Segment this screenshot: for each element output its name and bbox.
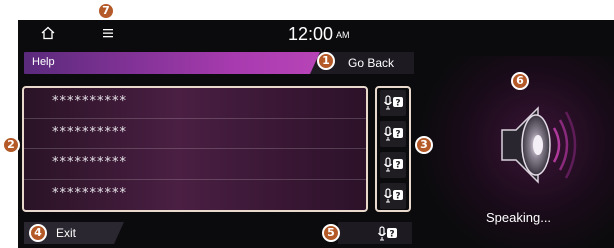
callout-badge-4: 4 bbox=[29, 224, 47, 242]
home-button[interactable] bbox=[40, 25, 56, 41]
voice-help-button-bottom[interactable]: ? bbox=[338, 222, 412, 244]
voice-help-icon: ? bbox=[378, 226, 397, 241]
status-bar: 12:00 AM bbox=[18, 20, 614, 46]
head-unit-screen: 12:00 AM Help Go Back ********** ********… bbox=[18, 20, 614, 248]
command-text: ********** bbox=[52, 155, 127, 170]
voice-help-icon: ? bbox=[384, 157, 403, 172]
list-item[interactable]: ********** bbox=[24, 88, 366, 119]
help-header: Help Go Back bbox=[24, 52, 414, 74]
callout-badge-7: 7 bbox=[97, 2, 115, 20]
voice-help-button-3[interactable]: ? bbox=[380, 152, 406, 178]
callout-badge-6: 6 bbox=[511, 72, 529, 90]
voice-help-icon: ? bbox=[384, 126, 403, 141]
speaker-icon bbox=[501, 106, 577, 184]
page-title: Help bbox=[32, 56, 55, 68]
voice-help-icon: ? bbox=[384, 188, 403, 203]
callout-badge-2: 2 bbox=[2, 136, 20, 154]
menu-button[interactable] bbox=[100, 26, 116, 40]
svg-text:?: ? bbox=[395, 161, 400, 171]
callout-badge-5: 5 bbox=[322, 224, 340, 242]
hamburger-menu-icon bbox=[103, 29, 113, 38]
voice-help-button-4[interactable]: ? bbox=[380, 183, 406, 209]
clock-ampm: AM bbox=[336, 30, 350, 40]
voice-help-button-1[interactable]: ? bbox=[380, 90, 406, 116]
callout-badge-3: 3 bbox=[415, 136, 433, 154]
clock-time: 12:00 bbox=[288, 24, 334, 44]
command-text: ********** bbox=[52, 94, 127, 109]
svg-text:?: ? bbox=[395, 99, 400, 109]
list-item[interactable]: ********** bbox=[24, 180, 366, 211]
svg-text:?: ? bbox=[395, 192, 400, 202]
voice-command-list: ********** ********** ********** *******… bbox=[22, 86, 368, 212]
speaking-status: Speaking... bbox=[486, 210, 552, 225]
command-text: ********** bbox=[52, 185, 127, 201]
home-icon bbox=[41, 26, 55, 40]
list-item[interactable]: ********** bbox=[24, 119, 366, 149]
command-text: ********** bbox=[52, 124, 127, 140]
voice-button-column: ? ? ? ? bbox=[375, 86, 411, 212]
clock: 12:00 AM bbox=[288, 24, 350, 45]
svg-text:?: ? bbox=[395, 130, 400, 140]
callout-badge-1: 1 bbox=[317, 52, 335, 70]
voice-help-button-2[interactable]: ? bbox=[380, 121, 406, 147]
list-item[interactable]: ********** bbox=[24, 149, 366, 180]
voice-help-icon: ? bbox=[384, 95, 403, 110]
svg-text:?: ? bbox=[389, 230, 394, 240]
